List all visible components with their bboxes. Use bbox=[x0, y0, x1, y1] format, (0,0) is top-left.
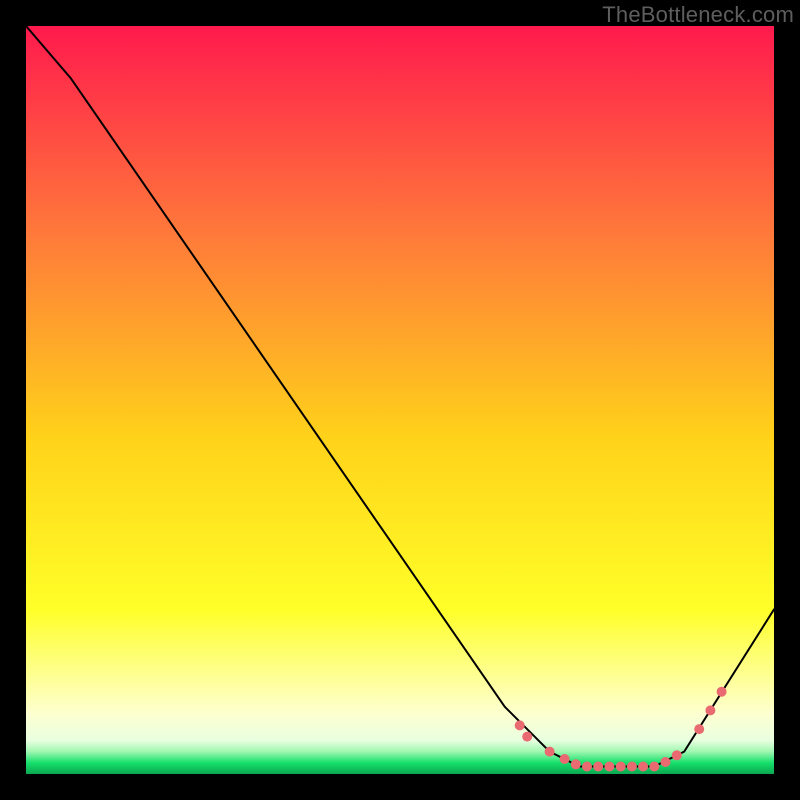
data-marker bbox=[672, 750, 682, 760]
data-marker bbox=[545, 747, 555, 757]
data-marker bbox=[571, 759, 581, 769]
data-marker bbox=[627, 762, 637, 772]
data-marker bbox=[616, 762, 626, 772]
gradient-background bbox=[26, 26, 774, 774]
data-marker bbox=[694, 724, 704, 734]
data-marker bbox=[661, 757, 671, 767]
chart-frame bbox=[26, 26, 774, 774]
data-marker bbox=[604, 762, 614, 772]
data-marker bbox=[582, 762, 592, 772]
watermark-text: TheBottleneck.com bbox=[602, 2, 794, 28]
data-marker bbox=[717, 687, 727, 697]
data-marker bbox=[560, 754, 570, 764]
data-marker bbox=[593, 762, 603, 772]
data-marker bbox=[515, 720, 525, 730]
bottleneck-chart bbox=[26, 26, 774, 774]
data-marker bbox=[649, 762, 659, 772]
data-marker bbox=[638, 762, 648, 772]
data-marker bbox=[705, 705, 715, 715]
data-marker bbox=[522, 732, 532, 742]
